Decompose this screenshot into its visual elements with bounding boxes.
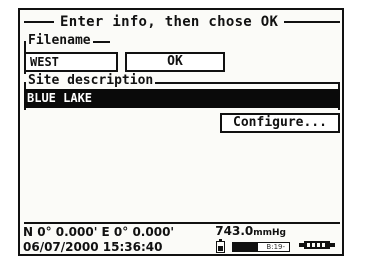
site-description-label: Site description	[26, 73, 156, 88]
battery-icon	[216, 239, 225, 253]
site-description-input[interactable]: BLUE LAKE	[24, 89, 340, 108]
memory-progress-label: B:19-	[266, 243, 285, 251]
device-screen: Enter info, then chose OK Filename WEST …	[18, 8, 344, 256]
pressure-unit: mmHg	[253, 228, 286, 238]
title-rule-right	[284, 21, 340, 23]
memory-progress-bar: B:19-	[232, 242, 290, 252]
ok-button[interactable]: OK	[125, 52, 225, 72]
pressure-readout: 743.0mmHg	[215, 224, 286, 240]
device-icon	[299, 241, 335, 249]
dialog-title-row: Enter info, then chose OK	[24, 13, 340, 31]
title-rule-left	[24, 21, 54, 23]
datetime-readout: 06/07/2000 15:36:40	[23, 240, 163, 254]
memory-progress-fill	[233, 243, 259, 251]
gps-readout: N 0° 0.000' E 0° 0.000'	[23, 225, 175, 239]
filename-input[interactable]: WEST	[24, 52, 118, 72]
dialog-title: Enter info, then chose OK	[60, 14, 279, 30]
pressure-value: 743.0	[215, 224, 254, 238]
filename-label: Filename	[26, 33, 93, 48]
status-divider	[24, 222, 340, 224]
configure-button[interactable]: Configure...	[220, 113, 340, 133]
